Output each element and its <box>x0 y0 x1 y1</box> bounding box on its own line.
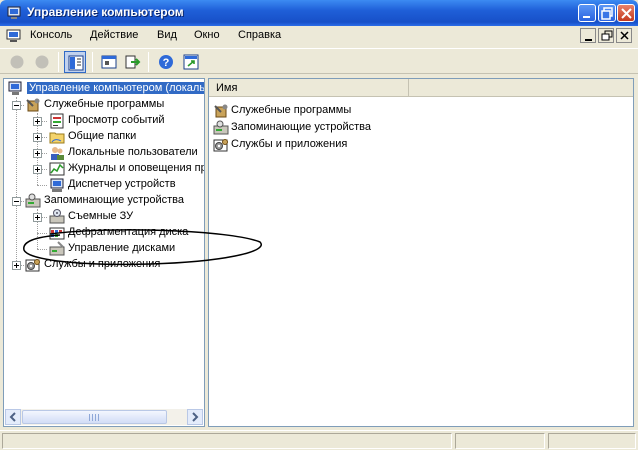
expand-toggle[interactable] <box>33 117 42 126</box>
performance-icon <box>49 162 65 176</box>
expand-toggle[interactable] <box>12 261 21 270</box>
tree-item-system-tools[interactable]: Служебные программы <box>4 97 204 113</box>
mdi-minimize-button[interactable] <box>580 28 596 43</box>
tree-item-device-manager[interactable]: Диспетчер устройств <box>4 177 204 193</box>
tree-item-event-viewer[interactable]: Просмотр событий <box>4 113 204 129</box>
tree-item-disk-management[interactable]: Управление дисками <box>4 241 204 257</box>
status-bar <box>0 430 638 450</box>
expand-toggle[interactable] <box>33 149 42 158</box>
tree-label: Управление дисками <box>68 242 176 254</box>
column-name-header[interactable]: Имя <box>209 79 409 97</box>
tree-label: Съемные ЗУ <box>68 210 134 222</box>
tree-item-storage[interactable]: Запоминающие устройства <box>4 193 204 209</box>
minimize-button[interactable] <box>578 4 596 22</box>
list-item[interactable]: Служебные программы <box>213 103 413 120</box>
menu-action[interactable]: Действие <box>90 29 138 41</box>
console-icon[interactable] <box>6 28 22 44</box>
services-icon <box>213 139 228 152</box>
list-item[interactable]: Запоминающие устройства <box>213 120 413 137</box>
tree-item-root[interactable]: Управление компьютером (локаль <box>6 81 204 97</box>
tree-label: Журналы и оповещения пр <box>68 162 205 174</box>
collapse-toggle[interactable] <box>12 197 21 206</box>
menu-window[interactable]: Окно <box>194 29 220 41</box>
status-cell <box>2 433 452 449</box>
list-item-label: Служебные программы <box>231 104 352 116</box>
status-cell <box>548 433 636 449</box>
tree-label: Локальные пользователи <box>68 146 198 158</box>
window-title: Управление компьютером <box>27 5 184 19</box>
expand-toggle[interactable] <box>33 165 42 174</box>
tree-label: Управление компьютером (локаль <box>27 82 204 94</box>
menu-view[interactable]: Вид <box>157 29 177 41</box>
users-icon <box>51 147 64 160</box>
storage-icon <box>25 193 41 208</box>
device-manager-icon <box>50 178 64 192</box>
services-icon <box>25 259 40 272</box>
toolbar: ? <box>0 48 638 74</box>
tree-item-removable-storage[interactable]: Съемные ЗУ <box>4 209 204 225</box>
shared-folder-icon <box>49 132 65 144</box>
defrag-icon <box>49 227 65 240</box>
list-item[interactable]: Службы и приложения <box>213 137 413 154</box>
menu-help[interactable]: Справка <box>238 29 281 41</box>
status-cell <box>455 433 545 449</box>
tree-label: Служебные программы <box>44 98 165 110</box>
mdi-restore-button[interactable] <box>598 28 614 43</box>
computer-icon <box>8 81 22 95</box>
title-bar[interactable]: Управление компьютером <box>0 0 638 26</box>
tree-item-shared-folders[interactable]: Общие папки <box>4 129 204 145</box>
menu-console[interactable]: Консоль <box>30 29 72 41</box>
tree-item-local-users[interactable]: Локальные пользователи <box>4 145 204 161</box>
horizontal-scrollbar[interactable] <box>5 409 203 425</box>
details-pane[interactable]: Имя Служебные программы Запоминающие уст… <box>208 78 634 427</box>
scroll-right-button[interactable] <box>187 409 203 425</box>
tree-label: Службы и приложения <box>44 258 161 270</box>
export-list-button[interactable] <box>122 51 144 73</box>
mdi-close-button[interactable] <box>616 28 632 43</box>
console-tree-pane[interactable]: Управление компьютером (локаль Служебные… <box>3 78 205 427</box>
list-item-label: Запоминающие устройства <box>231 121 372 133</box>
list-item-label: Службы и приложения <box>231 138 348 150</box>
show-hide-action-pane-button[interactable] <box>180 51 202 73</box>
tree-label: Запоминающие устройства <box>44 194 185 206</box>
computer-management-icon <box>7 6 21 19</box>
tree-label: Общие папки <box>68 130 137 142</box>
tree-item-services-applications[interactable]: Службы и приложения <box>4 257 204 273</box>
tools-icon <box>214 104 228 118</box>
scroll-left-button[interactable] <box>5 409 21 425</box>
disk-management-icon <box>49 241 65 256</box>
expand-toggle[interactable] <box>33 133 42 142</box>
tree-item-performance-logs[interactable]: Журналы и оповещения пр <box>4 161 204 177</box>
event-viewer-icon <box>50 113 64 129</box>
svg-text:?: ? <box>163 57 170 69</box>
tree-item-disk-defragmenter[interactable]: Дефрагментация диска <box>4 225 204 241</box>
expand-toggle[interactable] <box>33 213 42 222</box>
help-button[interactable]: ? <box>155 51 177 73</box>
properties-button[interactable] <box>98 51 120 73</box>
list-header: Имя <box>209 79 633 97</box>
scroll-thumb[interactable] <box>22 410 167 424</box>
menu-bar: Консоль Действие Вид Окно Справка <box>0 26 638 46</box>
storage-icon <box>213 120 229 135</box>
tree-label: Диспетчер устройств <box>68 178 176 190</box>
tools-icon <box>26 98 40 112</box>
forward-button[interactable] <box>31 51 53 73</box>
show-tree-button[interactable] <box>64 51 86 73</box>
maximize-button[interactable] <box>598 4 616 22</box>
column-label: Имя <box>216 82 238 94</box>
back-button[interactable] <box>6 51 28 73</box>
close-button[interactable] <box>617 4 635 22</box>
tree-label: Просмотр событий <box>68 114 165 126</box>
removable-storage-icon <box>49 209 65 224</box>
tree-label: Дефрагментация диска <box>68 226 189 238</box>
collapse-toggle[interactable] <box>12 101 21 110</box>
